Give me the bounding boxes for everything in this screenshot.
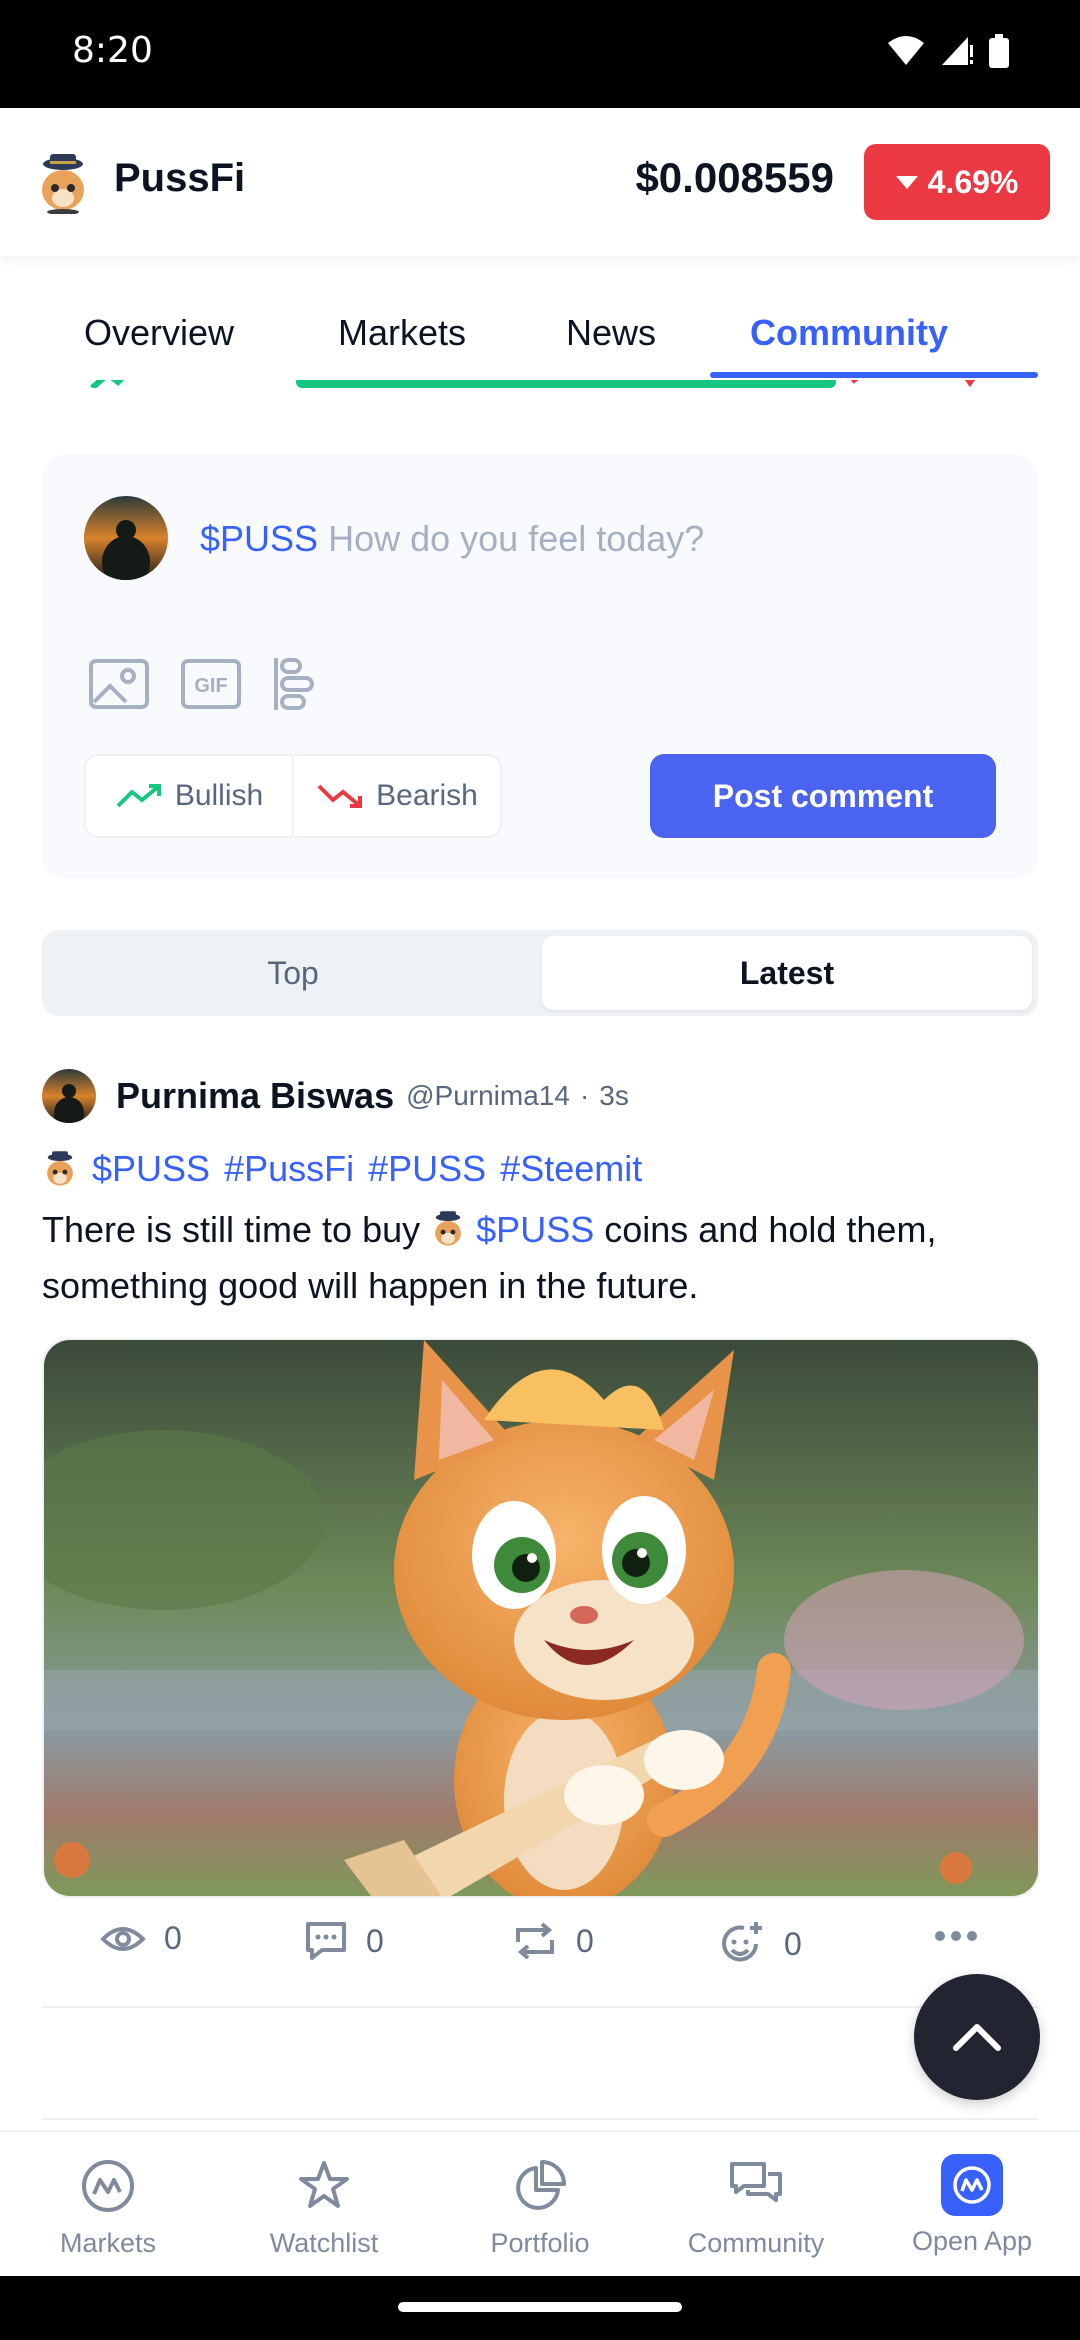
gif-icon[interactable]: GIF <box>180 658 242 710</box>
trend-down-icon <box>317 784 363 808</box>
status-time: 8:20 <box>72 30 153 71</box>
coin-header: PussFi $0.008559 4.69% <box>0 108 1080 256</box>
feed-sort-toggle: Top Latest <box>42 930 1038 1016</box>
nav-open-app[interactable]: Open App <box>872 2154 1072 2257</box>
comment-button[interactable]: 0 <box>304 1920 384 1962</box>
nav-portfolio[interactable]: Portfolio <box>440 2154 640 2259</box>
star-icon <box>292 2154 356 2218</box>
tag-link[interactable]: #PussFi <box>224 1148 354 1190</box>
feed-divider <box>42 2118 1038 2120</box>
sentiment-selector: Bullish Bearish <box>84 754 502 838</box>
nav-community-label: Community <box>687 2228 825 2258</box>
sort-latest-option[interactable]: Latest <box>542 936 1032 1010</box>
comments-count: 0 <box>366 1922 384 1959</box>
repost-button[interactable]: 0 <box>512 1920 594 1962</box>
status-bar: 8:20 <box>0 0 1080 108</box>
active-tab-indicator <box>710 372 1038 378</box>
signal-icon <box>942 37 973 65</box>
cmc-logo-icon <box>76 2154 140 2218</box>
tab-markets[interactable]: Markets <box>338 312 466 354</box>
post-header: Purnima Biswas @Purnima14 · 3s <box>42 1068 629 1124</box>
bullish-label: Bullish <box>174 779 264 812</box>
comment-composer: $PUSS How do you feel today? GIF Bullish… <box>42 454 1038 878</box>
composer-tools: GIF <box>88 656 316 712</box>
home-indicator[interactable] <box>398 2302 682 2312</box>
chat-bubbles-icon <box>724 2154 788 2218</box>
react-button[interactable]: 0 <box>718 1920 802 1968</box>
eye-icon <box>100 1926 146 1951</box>
tag-link[interactable]: $PUSS <box>92 1148 210 1190</box>
coin-name: PussFi <box>114 156 246 200</box>
more-options-button[interactable] <box>934 1930 978 1942</box>
user-avatar <box>84 496 168 580</box>
add-reaction-icon <box>722 1922 762 1962</box>
bearish-button[interactable]: Bearish <box>292 756 500 836</box>
coin-tabs: Overview Markets News Community <box>0 256 1080 380</box>
views-stat: 0 <box>100 1920 182 1957</box>
nav-markets[interactable]: Markets <box>8 2154 208 2259</box>
post-timestamp: 3s <box>599 1080 629 1111</box>
nav-watchlist[interactable]: Watchlist <box>224 2154 424 2259</box>
nav-watchlist-label: Watchlist <box>269 2228 379 2258</box>
price-change-value: 4.69% <box>927 163 1019 200</box>
post-ticker-link[interactable]: $PUSS <box>476 1209 594 1250</box>
coin-price: $0.008559 <box>635 154 834 201</box>
repost-icon <box>516 1922 554 1960</box>
pussfi-coin-icon <box>47 1151 73 1186</box>
nav-open-app-label: Open App <box>911 2226 1033 2256</box>
post-actions: 0 0 0 0 <box>100 1920 990 1980</box>
battery-icon <box>989 34 1009 68</box>
pussfi-coin-icon <box>435 1211 462 1246</box>
comment-icon <box>306 1922 346 1960</box>
chevron-up-icon <box>953 2024 1001 2051</box>
tab-overview[interactable]: Overview <box>84 312 234 354</box>
svg-text:GIF: GIF <box>194 675 227 697</box>
more-dots-icon <box>935 1931 977 1941</box>
image-upload-icon[interactable] <box>88 658 150 710</box>
post-tags: $PUSS #PussFi #PUSS #Steemit <box>42 1148 642 1190</box>
pussfi-logo <box>34 152 92 215</box>
post-comment-button[interactable]: Post comment <box>650 754 996 838</box>
price-change-badge: 4.69% <box>864 144 1050 220</box>
system-icons <box>886 34 1010 68</box>
post-author-name[interactable]: Purnima Biswas <box>116 1075 394 1117</box>
bullish-button[interactable]: Bullish <box>86 756 292 836</box>
gesture-bar <box>0 2276 1080 2340</box>
nav-community[interactable]: Community <box>656 2154 856 2259</box>
cmc-app-icon <box>941 2154 1003 2216</box>
meta-separator: · <box>579 1080 590 1111</box>
nav-portfolio-label: Portfolio <box>490 2228 590 2258</box>
scroll-to-top-button[interactable] <box>914 1974 1040 2100</box>
tab-community[interactable]: Community <box>750 312 948 354</box>
post-author-handle[interactable]: @Purnima14 <box>406 1080 570 1112</box>
post-text-start: There is still time to buy <box>42 1209 421 1250</box>
trend-up-icon <box>116 784 161 808</box>
comment-input[interactable]: $PUSS How do you feel today? <box>200 518 704 560</box>
tag-link[interactable]: #PUSS <box>368 1148 486 1190</box>
pie-chart-icon <box>508 2154 572 2218</box>
reactions-count: 0 <box>784 1925 802 1962</box>
reposts-count: 0 <box>576 1922 594 1959</box>
composer-placeholder: How do you feel today? <box>328 518 705 559</box>
views-count: 0 <box>164 1920 182 1956</box>
post-divider <box>42 2006 1038 2008</box>
nav-markets-label: Markets <box>59 2228 157 2258</box>
post-author-avatar[interactable] <box>42 1069 96 1123</box>
composer-ticker: $PUSS <box>200 518 319 559</box>
tab-news[interactable]: News <box>566 312 656 354</box>
sort-top-option[interactable]: Top <box>48 936 538 1010</box>
bottom-navigation: Markets Watchlist Portfolio Community Op… <box>0 2130 1080 2276</box>
bearish-label: Bearish <box>376 779 478 812</box>
tag-link[interactable]: #Steemit <box>500 1148 642 1190</box>
caret-down-icon <box>895 175 918 189</box>
wifi-icon <box>888 36 924 65</box>
post-body: There is still time to buy $PUSS coins a… <box>42 1202 1042 1314</box>
poll-icon[interactable] <box>272 656 316 712</box>
post-image[interactable] <box>42 1338 1040 1898</box>
